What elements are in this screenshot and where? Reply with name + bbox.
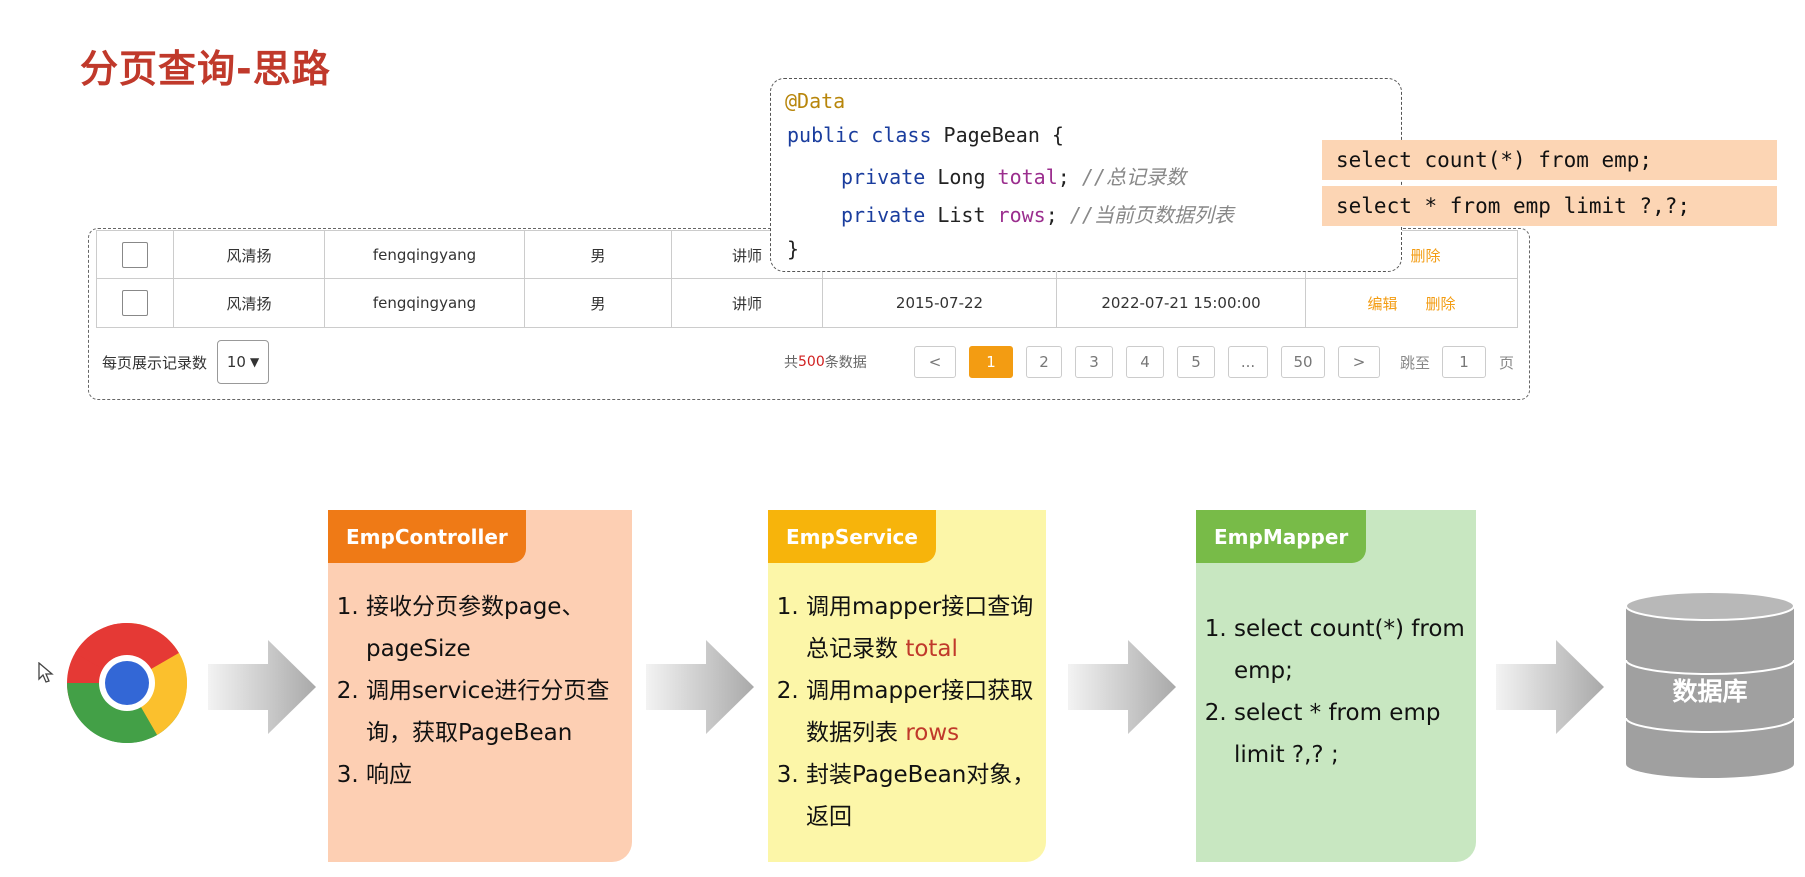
jump-label: 跳至 — [1400, 353, 1431, 372]
pager: < 1 2 3 4 5 ... 50 > 跳至 1 页 — [914, 344, 1514, 380]
page-size-select[interactable]: 10 ▼ — [217, 340, 270, 384]
chevron-down-icon: ▼ — [249, 355, 260, 369]
code-keyword: private — [841, 203, 926, 227]
list-item: 调用service进行分页查询，获取PageBean — [366, 670, 636, 754]
delete-link[interactable]: 删除 — [1410, 245, 1440, 266]
cell-name: 风清扬 — [174, 279, 325, 327]
code-line-class: public class PageBean { — [787, 123, 1064, 147]
sql-limit: select * from emp limit ?,?; — [1322, 186, 1777, 226]
edit-link[interactable]: 编辑 — [1367, 293, 1397, 314]
page-ellipsis: ... — [1228, 346, 1268, 378]
cell-actions: 编辑 删除 — [1306, 279, 1517, 327]
step-keyword: total — [905, 636, 958, 662]
arrow-right-icon — [1068, 640, 1176, 734]
next-page-button[interactable]: > — [1338, 346, 1380, 378]
arrow-right-icon — [646, 640, 754, 734]
code-text: ; — [1057, 165, 1082, 189]
controller-card: EmpController 接收分页参数page、pageSize 调用serv… — [328, 510, 632, 862]
prev-page-button[interactable]: < — [914, 346, 956, 378]
cell-gender: 男 — [525, 231, 672, 279]
page-unit: 页 — [1499, 353, 1515, 372]
code-line-rows: private List rows; //当前页数据列表 — [841, 199, 1234, 228]
code-keyword: public class — [787, 123, 932, 147]
list-item: select count(*) from emp; — [1234, 608, 1484, 692]
code-text: ; — [1045, 203, 1070, 227]
page-button[interactable]: 50 — [1281, 346, 1325, 378]
step-text: 封装PageBean对象，返回 — [806, 762, 1036, 830]
mapper-steps: select count(*) from emp; select * from … — [1196, 608, 1484, 776]
page-size-control: 每页展示记录数 10 ▼ — [102, 340, 270, 384]
total-suffix: 条数据 — [824, 355, 867, 371]
code-annotation: @Data — [785, 89, 846, 113]
database-icon: 数据库 — [1624, 590, 1796, 780]
list-item: select * from emp limit ?,? ; — [1234, 692, 1484, 776]
page-size-value: 10 — [226, 353, 246, 371]
total-prefix: 共 — [784, 355, 798, 371]
code-field: total — [997, 165, 1058, 189]
list-item: 封装PageBean对象，返回 — [806, 754, 1056, 838]
controller-steps: 接收分页参数page、pageSize 调用service进行分页查询，获取Pa… — [328, 586, 636, 796]
chrome-browser-icon — [67, 623, 187, 743]
cell-name: 风清扬 — [174, 231, 325, 279]
row-checkbox-cell[interactable] — [97, 279, 174, 327]
list-item: 调用mapper接口查询总记录数 total — [806, 586, 1056, 670]
cell-entry-date: 2015-07-22 — [823, 279, 1057, 327]
database-label: 数据库 — [1672, 677, 1748, 706]
row-checkbox[interactable] — [122, 242, 148, 268]
page-button[interactable]: 5 — [1177, 346, 1215, 378]
total-number: 500 — [798, 354, 825, 370]
code-keyword: private — [841, 165, 926, 189]
table-row: 风清扬 fengqingyang 男 讲师 2015-07-22 2022-07… — [96, 278, 1518, 328]
page-button[interactable]: 4 — [1126, 346, 1164, 378]
cell-username: fengqingyang — [325, 231, 525, 279]
cell-job: 讲师 — [672, 279, 823, 327]
code-field: rows — [997, 203, 1046, 227]
total-count: 共 500 条数据 — [784, 344, 867, 380]
mouse-cursor-icon — [38, 662, 54, 683]
row-checkbox-cell[interactable] — [97, 231, 174, 279]
row-checkbox[interactable] — [122, 290, 148, 316]
page-button[interactable]: 1 — [969, 346, 1013, 378]
delete-link[interactable]: 删除 — [1426, 293, 1456, 314]
mapper-card: EmpMapper select count(*) from emp; sele… — [1196, 510, 1476, 862]
sql-count: select count(*) from emp; — [1322, 140, 1777, 180]
service-steps: 调用mapper接口查询总记录数 total 调用mapper接口获取数据列表 … — [768, 586, 1056, 838]
list-item: 接收分页参数page、pageSize — [366, 586, 636, 670]
page-size-label: 每页展示记录数 — [102, 353, 208, 372]
cell-gender: 男 — [525, 279, 672, 327]
list-item: 调用mapper接口获取数据列表 rows — [806, 670, 1056, 754]
service-title: EmpService — [768, 510, 936, 563]
code-text: Long — [925, 165, 998, 189]
controller-title: EmpController — [328, 510, 526, 563]
code-comment: //总记录数 — [1081, 165, 1186, 189]
step-keyword: rows — [905, 720, 960, 746]
cell-update-time: 2022-07-21 15:00:00 — [1057, 279, 1306, 327]
arrow-right-icon — [1496, 640, 1604, 734]
mapper-title: EmpMapper — [1196, 510, 1367, 563]
jump-input[interactable]: 1 — [1442, 346, 1487, 378]
list-item: 响应 — [366, 754, 636, 796]
code-text: List — [925, 203, 998, 227]
code-line-total: private Long total; //总记录数 — [841, 161, 1186, 190]
pagebean-code: @Data public class PageBean { private Lo… — [770, 78, 1402, 272]
cell-username: fengqingyang — [325, 279, 525, 327]
code-close-brace: } — [787, 237, 800, 261]
code-comment: //当前页数据列表 — [1069, 203, 1234, 227]
code-text: PageBean { — [931, 123, 1064, 147]
arrow-right-icon — [208, 640, 316, 734]
service-card: EmpService 调用mapper接口查询总记录数 total 调用mapp… — [768, 510, 1046, 862]
page-button[interactable]: 2 — [1026, 346, 1062, 378]
page-title: 分页查询-思路 — [80, 47, 331, 91]
page-button[interactable]: 3 — [1075, 346, 1113, 378]
